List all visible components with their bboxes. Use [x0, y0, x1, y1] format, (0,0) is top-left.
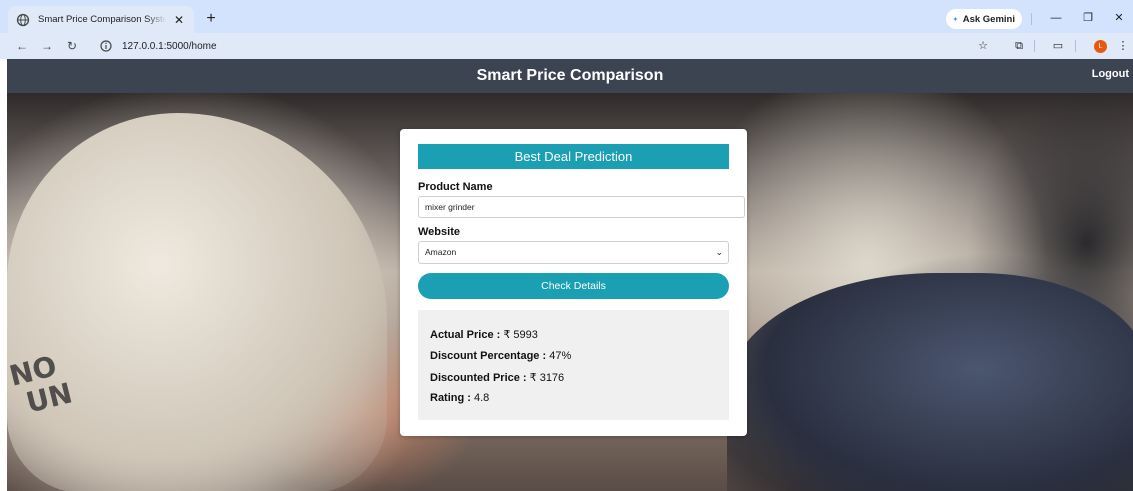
forward-icon[interactable]: →	[37, 36, 57, 56]
new-tab-button[interactable]: +	[201, 9, 221, 29]
logout-link[interactable]: Logout	[1092, 68, 1129, 80]
app-navbar: Smart Price Comparison Logout	[7, 59, 1133, 93]
globe-icon	[16, 13, 30, 26]
discount-percentage-value: 47%	[549, 350, 572, 362]
extensions-icon[interactable]: ⧉	[1011, 38, 1027, 54]
discounted-price-label: Discounted Price :	[430, 372, 530, 384]
browser-tab[interactable]: Smart Price Comparison System ✕	[8, 6, 194, 33]
browser-tab-strip: Smart Price Comparison System ✕ + Ask Ge…	[0, 0, 1133, 33]
rating-value: 4.8	[474, 392, 490, 404]
minimize-button[interactable]: —	[1045, 8, 1067, 28]
prediction-card: Best Deal Prediction Product Name mixer …	[400, 129, 747, 436]
divider	[1034, 40, 1035, 52]
menu-icon[interactable]: ⋮	[1115, 38, 1131, 54]
address-bar[interactable]: 127.0.0.1:5000/home	[92, 36, 1005, 56]
ask-gemini-button[interactable]: Ask Gemini	[946, 9, 1022, 29]
discount-percentage-label: Discount Percentage :	[430, 350, 550, 362]
website-select[interactable]: Amazon ⌄	[418, 241, 729, 264]
website-selected-value: Amazon	[425, 247, 457, 257]
discounted-price-row: Discounted Price : ₹ 3176	[430, 371, 564, 384]
discounted-price-value: ₹ 3176	[529, 372, 565, 384]
results-panel: Actual Price : ₹ 5993 Discount Percentag…	[418, 310, 729, 420]
website-label: Website	[418, 226, 460, 238]
ask-gemini-label: Ask Gemini	[962, 13, 1015, 25]
info-icon[interactable]	[100, 40, 112, 52]
rating-label: Rating :	[430, 392, 474, 404]
gemini-spark-icon	[953, 16, 958, 22]
tab-title: Smart Price Comparison System	[38, 14, 166, 25]
shirt-shape	[7, 113, 387, 491]
actual-price-value: ₹ 5993	[503, 329, 538, 341]
close-tab-icon[interactable]: ✕	[172, 13, 186, 27]
reload-icon[interactable]: ↻	[62, 36, 82, 56]
actual-price-label: Actual Price :	[430, 329, 504, 341]
card-title: Best Deal Prediction	[418, 144, 729, 169]
reading-list-icon[interactable]: ▭	[1050, 38, 1066, 54]
check-details-button[interactable]: Check Details	[418, 273, 729, 299]
url-text: 127.0.0.1:5000/home	[122, 40, 217, 52]
profile-avatar[interactable]: L	[1094, 40, 1107, 53]
jacket-shape	[727, 273, 1133, 491]
product-name-input[interactable]: mixer grinder	[418, 196, 745, 218]
actual-price-row: Actual Price : ₹ 5993	[430, 328, 538, 341]
divider	[1031, 13, 1032, 25]
browser-toolbar: ← → ↻ 127.0.0.1:5000/home ☆ ⧉ ▭ L ⋮	[0, 33, 1133, 59]
product-name-label: Product Name	[418, 181, 493, 193]
close-window-button[interactable]: ✕	[1108, 8, 1130, 28]
discount-percentage-row: Discount Percentage : 47%	[430, 350, 571, 362]
star-icon[interactable]: ☆	[975, 38, 991, 54]
restore-button[interactable]: ❐	[1077, 8, 1099, 28]
chevron-down-icon: ⌄	[715, 247, 723, 257]
back-icon[interactable]: ←	[12, 36, 32, 56]
divider	[1075, 40, 1076, 52]
app-title: Smart Price Comparison	[476, 67, 664, 84]
rating-row: Rating : 4.8	[430, 392, 489, 404]
